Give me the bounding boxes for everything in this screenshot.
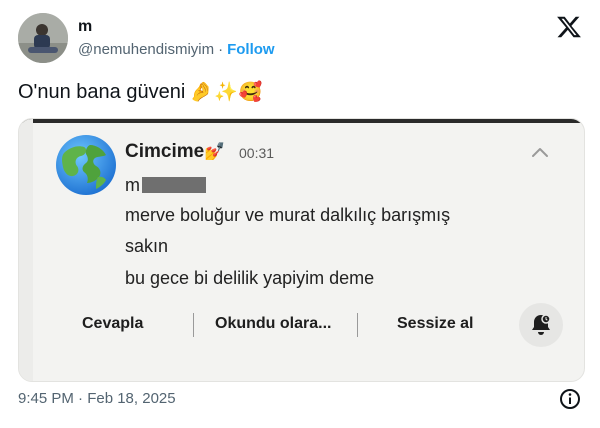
tweet-timestamp[interactable]: 9:45 PM · Feb 18, 2025 <box>18 390 176 407</box>
globe-icon <box>54 133 118 197</box>
redaction-bar <box>142 177 206 193</box>
notification-sender: Cimcime💅 <box>125 141 225 163</box>
author-handle[interactable]: @nemuhendismiyim <box>78 41 214 58</box>
bell-snooze-icon[interactable] <box>519 303 563 347</box>
message-line-1-text: m <box>125 175 140 195</box>
action-divider <box>357 313 358 337</box>
sender-emoji: 💅 <box>204 142 226 161</box>
mark-read-button[interactable]: Okundu olara... <box>215 315 331 333</box>
media-left-edge <box>19 119 33 381</box>
message-line-3: sakın <box>125 236 169 256</box>
message-line-4: bu gece bi delilik yapiyim deme <box>125 268 375 288</box>
message-line-1: m <box>125 175 206 196</box>
x-logo-icon[interactable] <box>556 14 582 40</box>
avatar[interactable] <box>18 13 68 63</box>
reply-button[interactable]: Cevapla <box>82 315 143 333</box>
message-line-2: merve boluğur ve murat dalkılıç barışmış <box>125 205 451 225</box>
tweet-media-card[interactable]: Cimcime💅 00:31 m merve boluğur ve murat … <box>18 118 585 382</box>
sender-name: Cimcime <box>125 141 205 162</box>
info-icon[interactable] <box>559 388 581 410</box>
tweet-emojis: 🤌✨🥰 <box>189 82 264 103</box>
action-divider <box>193 313 194 337</box>
tweet-text: O'nun bana güveni 🤌✨🥰 <box>18 80 263 104</box>
media-top-edge <box>19 119 584 123</box>
author-name[interactable]: m <box>78 18 92 36</box>
author-handle-row: @nemuhendismiyim · Follow <box>78 41 275 58</box>
tweet-body: O'nun bana güveni <box>18 81 186 103</box>
chevron-up-icon[interactable] <box>531 145 549 157</box>
separator-dot: · <box>218 41 224 58</box>
mute-button[interactable]: Sessize al <box>397 315 474 333</box>
follow-button[interactable]: Follow <box>227 41 275 58</box>
notification-time: 00:31 <box>239 145 275 161</box>
